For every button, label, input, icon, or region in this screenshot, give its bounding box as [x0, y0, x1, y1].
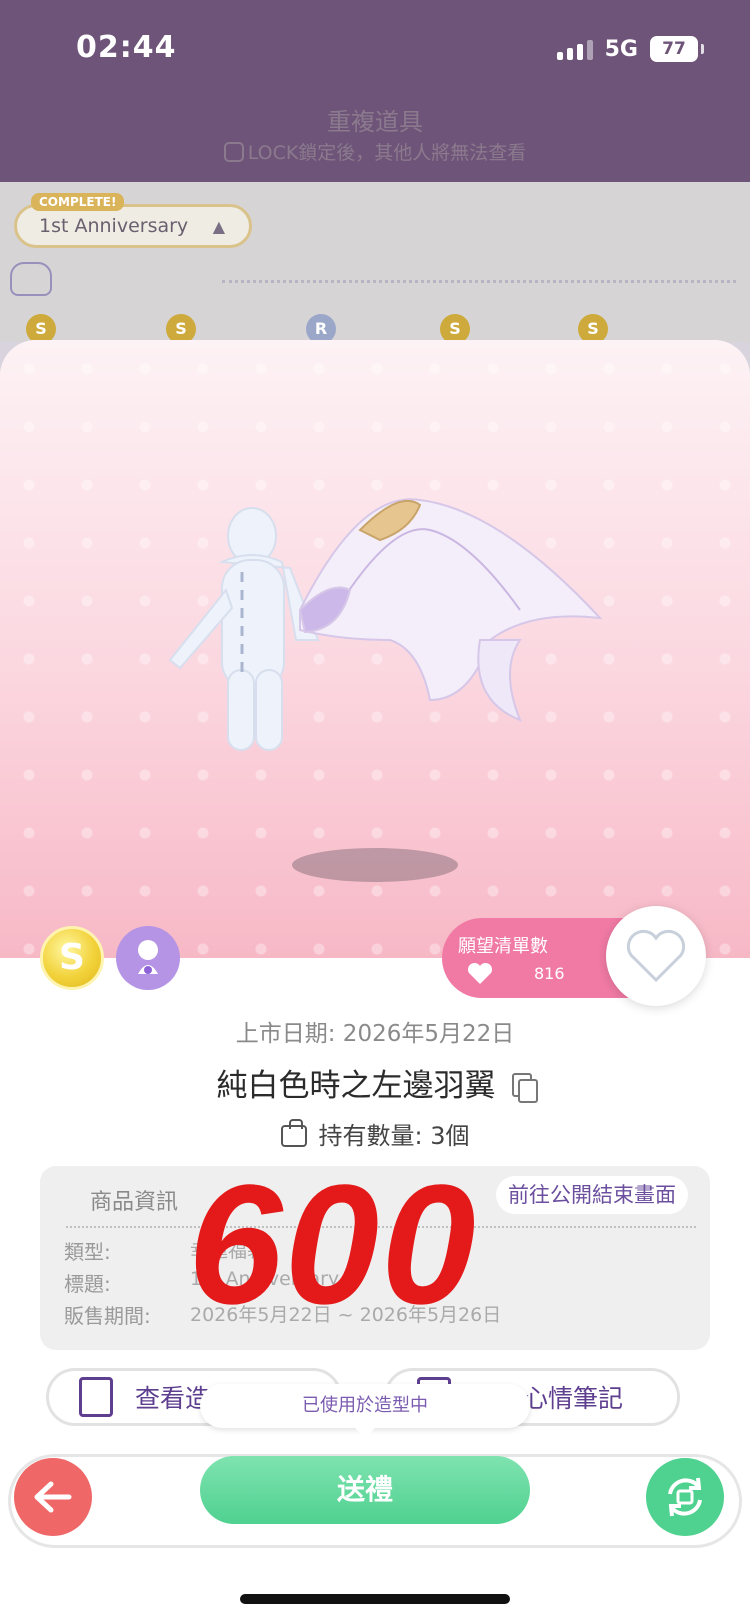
- lock-hint-text: LOCK鎖定後，其他人將無法查看: [247, 142, 527, 164]
- outfit-icon: [79, 1377, 113, 1417]
- chevron-up-icon: ▲: [212, 217, 225, 236]
- handwritten-price-overlay: 600: [188, 1150, 478, 1340]
- copy-icon[interactable]: [511, 1073, 538, 1103]
- lock-hint: LOCK鎖定後，其他人將無法查看: [0, 138, 750, 165]
- collection-background: COMPLETE! 1st Anniversary ▲ S S R S S: [0, 182, 750, 344]
- wing-item: [298, 498, 603, 722]
- item-detail-sheet: S 願望清單數 816 上市日期: 2026年5月22日 純白色時之左邊羽翼 持…: [0, 340, 750, 1623]
- avatar-icon: [116, 926, 180, 990]
- page-title: 重複道具: [327, 108, 423, 136]
- sale-period-label: 販售期間:: [64, 1304, 151, 1328]
- wishlist-label: 願望清單數: [458, 936, 548, 957]
- heart-icon: [467, 962, 493, 984]
- type-label: 類型:: [64, 1240, 111, 1264]
- heart-outline-icon: [626, 929, 686, 983]
- complete-badge: COMPLETE!: [31, 193, 125, 211]
- signal-icon: [556, 38, 593, 60]
- item-name: 純白色時之左邊羽翼: [0, 1060, 750, 1105]
- collection-selector[interactable]: COMPLETE! 1st Anniversary ▲: [14, 193, 252, 248]
- avatar-icon-glyph: [138, 940, 158, 974]
- refresh-outfit-button[interactable]: [646, 1458, 724, 1536]
- lock-icon: [223, 142, 244, 162]
- refresh-icon: [668, 1477, 702, 1517]
- mannequin-figure: [168, 507, 320, 751]
- title-label: 標題:: [64, 1272, 111, 1296]
- wishlist-count: 816: [534, 964, 565, 983]
- item-name-text: 純白色時之左邊羽翼: [216, 1068, 496, 1104]
- back-arrow-icon: [34, 1481, 72, 1513]
- rarity-badge-s: S: [40, 926, 104, 990]
- release-date: 上市日期: 2026年5月22日: [235, 1021, 515, 1047]
- status-icons: 5G 77: [556, 36, 704, 62]
- network-type: 5G: [604, 36, 638, 62]
- collection-name: 1st Anniversary: [39, 215, 189, 237]
- back-button[interactable]: [14, 1458, 92, 1536]
- item-preview: [0, 340, 750, 958]
- item-shadow: [292, 848, 458, 882]
- owned-count-text: 持有數量: 3個: [318, 1122, 470, 1150]
- go-to-end-screen-button[interactable]: 前往公開結束畫面: [496, 1176, 688, 1214]
- battery-icon: 77: [650, 36, 704, 62]
- dress-icon: [10, 262, 52, 296]
- bag-icon: [280, 1119, 307, 1147]
- divider: [222, 280, 736, 283]
- in-use-tooltip: 已使用於造型中: [200, 1384, 530, 1438]
- wishlist-button[interactable]: [606, 906, 706, 1006]
- gift-button[interactable]: 送禮: [200, 1456, 530, 1524]
- owned-count: 持有數量: 3個: [0, 1116, 750, 1151]
- product-info-title: 商品資訊: [90, 1190, 179, 1215]
- status-time: 02:44: [76, 30, 177, 65]
- home-indicator[interactable]: [240, 1594, 510, 1604]
- header: 02:44 5G 77 重複道具 LOCK鎖定後，其他人將無法查看: [0, 0, 750, 182]
